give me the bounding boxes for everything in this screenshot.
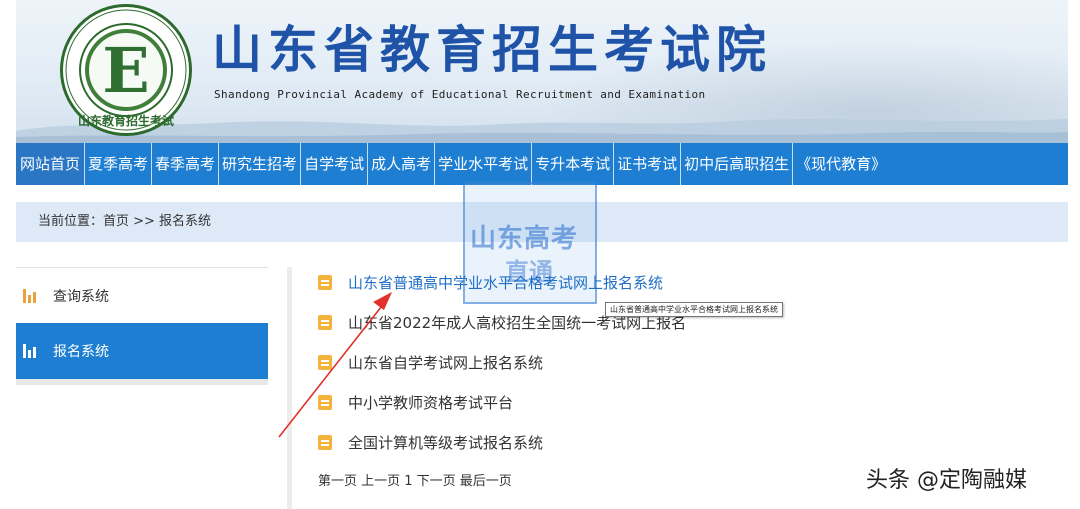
sidebar-bottom-border	[16, 379, 268, 385]
content-divider	[287, 267, 292, 509]
link-tooltip: 山东省普通高中学业水平合格考试网上报名系统	[605, 302, 783, 317]
logo-letter: E	[102, 33, 150, 107]
list-item-link[interactable]: 山东省普通高中学业水平合格考试网上报名系统	[348, 272, 663, 293]
pagination[interactable]: 第一页 上一页 1 下一页 最后一页	[318, 470, 512, 489]
sidebar-item-query[interactable]: 查询系统	[16, 267, 268, 323]
academy-logo[interactable]: 山东教育招生考试 E	[60, 4, 192, 136]
sidebar-item-label: 查询系统	[53, 288, 109, 305]
sidebar-item-registration[interactable]: 报名系统	[16, 323, 268, 379]
nav-item-modern-education[interactable]: 《现代教育》	[793, 143, 889, 185]
list-item[interactable]: 全国计算机等级考试报名系统	[318, 422, 878, 462]
nav-item-spring-exam[interactable]: 春季高考	[152, 143, 220, 185]
document-icon	[318, 354, 332, 370]
bar-chart-icon	[23, 288, 41, 303]
list-item-link[interactable]: 山东省自学考试网上报名系统	[348, 352, 543, 373]
sidebar: 查询系统 报名系统	[16, 267, 268, 385]
brand-watermark: 头条 @定陶融媒	[866, 468, 1027, 493]
document-icon	[318, 394, 332, 410]
document-icon	[318, 274, 332, 290]
list-item-link[interactable]: 全国计算机等级考试报名系统	[348, 432, 543, 453]
nav-item-certificate-exam[interactable]: 证书考试	[614, 143, 682, 185]
nav-item-summer-exam[interactable]: 夏季高考	[85, 143, 153, 185]
nav-item-home[interactable]: 网站首页	[16, 143, 86, 185]
nav-item-adult-exam[interactable]: 成人高考	[368, 143, 436, 185]
nav-item-self-study[interactable]: 自学考试	[301, 143, 369, 185]
sidebar-item-label: 报名系统	[53, 344, 109, 360]
nav-item-upgrade-exam[interactable]: 专升本考试	[532, 143, 615, 185]
nav-item-vocational[interactable]: 初中后高职招生	[681, 143, 794, 185]
registration-list: 山东省普通高中学业水平合格考试网上报名系统 山东省2022年成人高校招生全国统一…	[318, 262, 878, 462]
list-item-link[interactable]: 中小学教师资格考试平台	[348, 392, 513, 413]
site-subtitle: Shandong Provincial Academy of Education…	[214, 88, 706, 101]
nav-item-academic-level[interactable]: 学业水平考试	[435, 143, 533, 185]
list-item[interactable]: 山东省普通高中学业水平合格考试网上报名系统	[318, 262, 878, 302]
logo-inner-circle: E	[85, 29, 167, 111]
watermark-text: 山东高考	[470, 224, 579, 254]
logo-bottom-text: 山东教育招生考试	[78, 113, 174, 128]
document-icon	[318, 314, 332, 330]
list-item[interactable]: 中小学教师资格考试平台	[318, 382, 878, 422]
bar-chart-icon	[23, 344, 41, 358]
list-item[interactable]: 山东省2022年成人高校招生全国统一考试网上报名	[318, 302, 878, 342]
main-nav: 网站首页 夏季高考 春季高考 研究生招考 自学考试 成人高考 学业水平考试 专升…	[16, 143, 1068, 185]
document-icon	[318, 434, 332, 450]
site-header: 山东教育招生考试 E 山东省教育招生考试院 Shandong Provincia…	[16, 0, 1068, 143]
nav-item-graduate-exam[interactable]: 研究生招考	[219, 143, 302, 185]
site-title: 山东省教育招生考试院	[212, 21, 772, 79]
list-item[interactable]: 山东省自学考试网上报名系统	[318, 342, 878, 382]
